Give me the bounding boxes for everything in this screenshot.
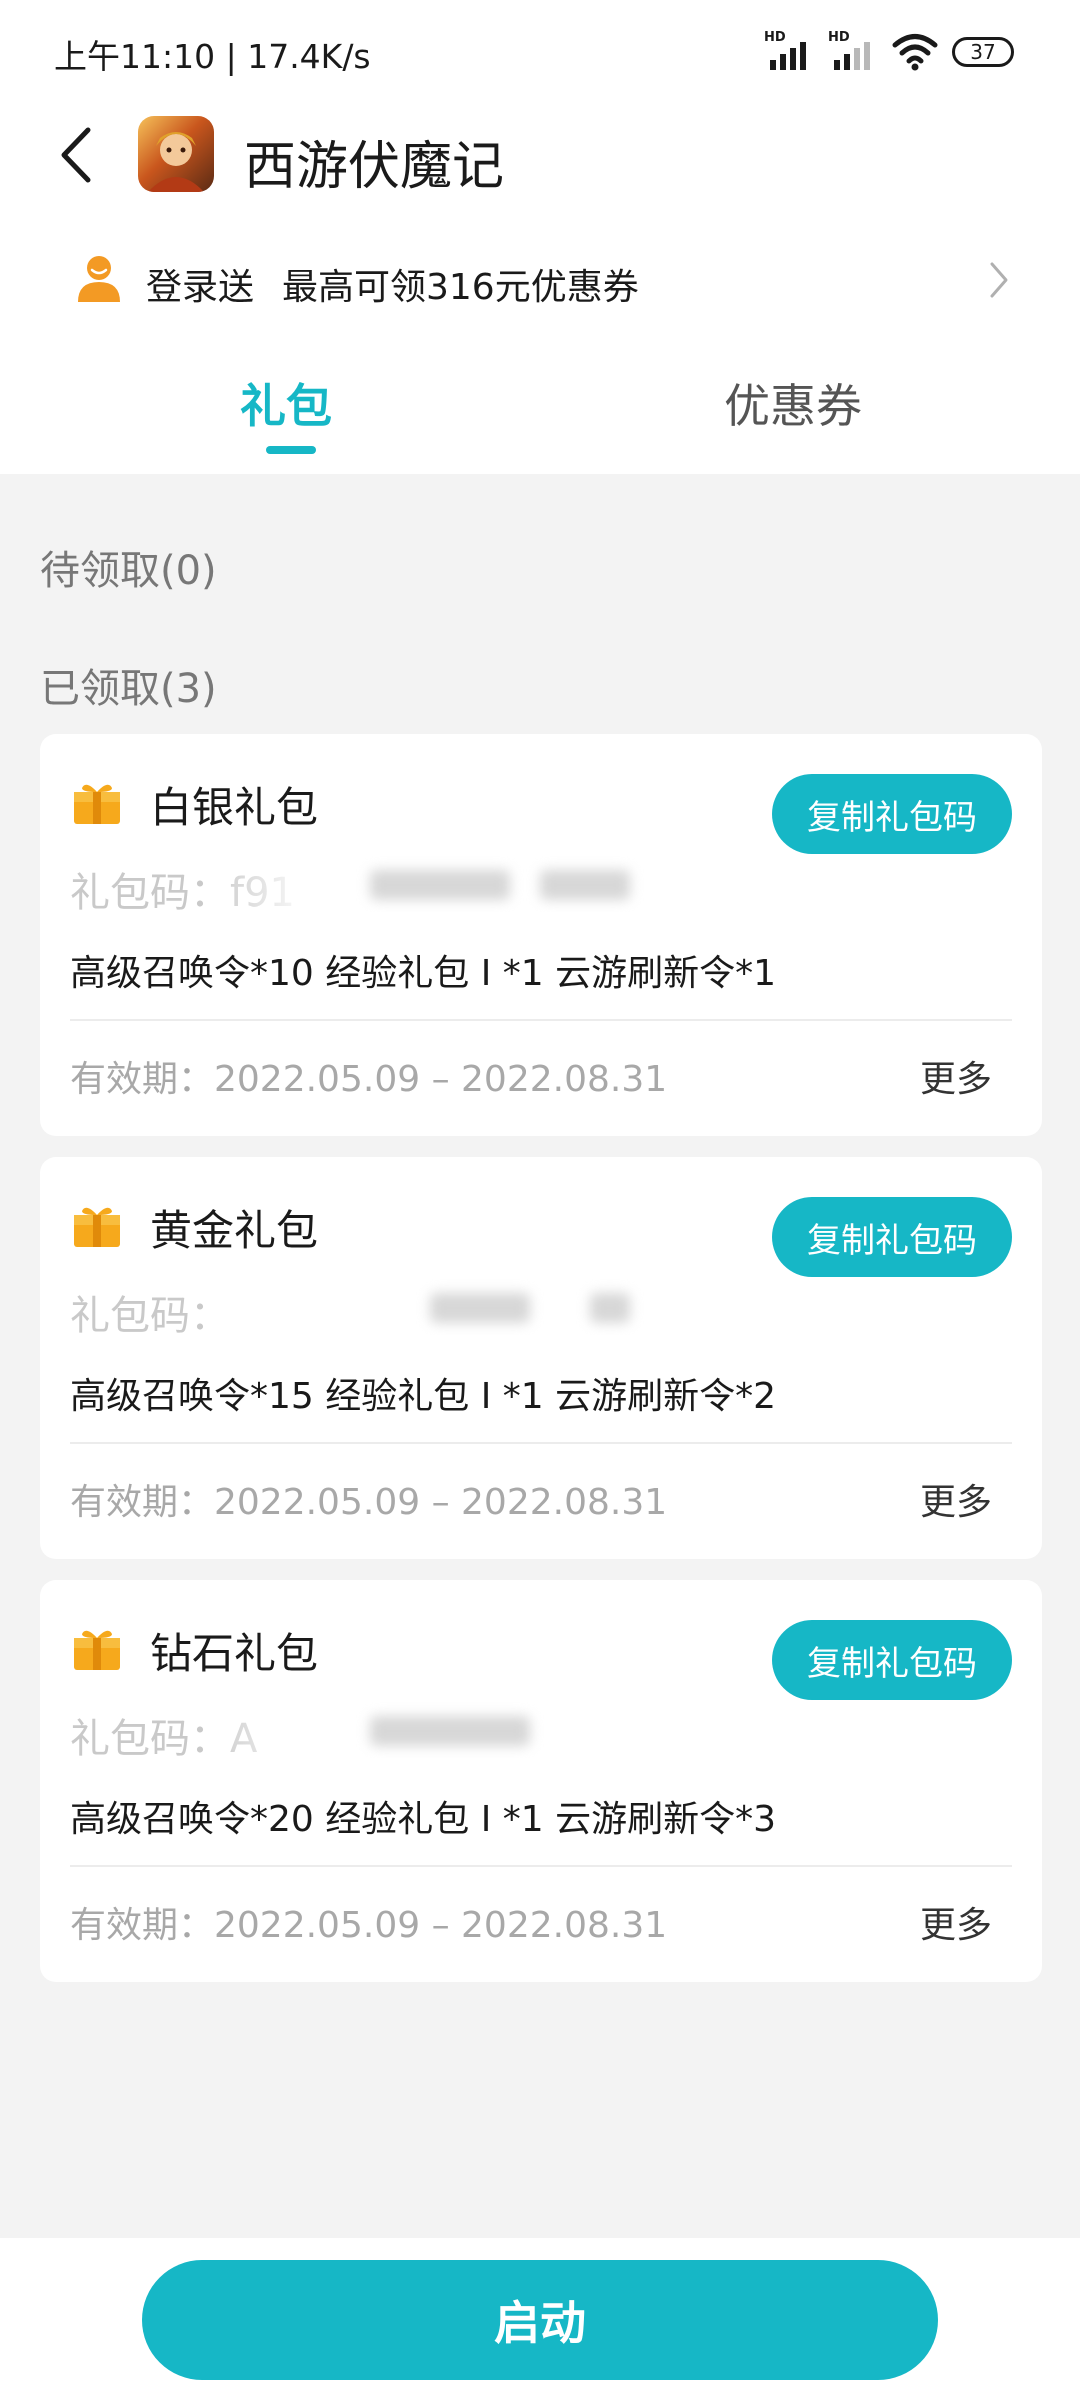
page-title: 西游伏魔记 [244,137,505,197]
redacted-code-mask [540,870,630,900]
redacted-code-mask [370,870,510,900]
claimed-section-title: 已领取(3) [40,666,217,712]
validity-period: 有效期：2022.05.09 – 2022.08.31 [70,1482,668,1523]
login-reward-banner[interactable]: 登录送 最高可领316元优惠券 [0,240,1080,320]
gift-center-page: 上午11:10 | 17.4K/s HD HD 37 西游伏魔记 登录送 最高可… [0,0,1080,2400]
battery-icon: 37 [952,37,1014,67]
gift-contents: 高级召唤令*20 经验礼包 I *1 云游刷新令*3 [70,1799,777,1840]
gift-contents: 高级召唤令*10 经验礼包 I *1 云游刷新令*1 [70,953,777,994]
gift-code-row: 礼包码：f91 [70,856,670,912]
gift-contents: 高级召唤令*15 经验礼包 I *1 云游刷新令*2 [70,1376,777,1417]
copy-code-button[interactable]: 复制礼包码 [772,774,1012,854]
gift-card: 黄金礼包 复制礼包码 礼包码： 高级召唤令*15 经验礼包 I *1 云游刷新令… [40,1157,1042,1559]
gift-code-label: 礼包码： [70,1293,230,1335]
divider [70,1442,1012,1444]
active-tab-indicator [266,446,316,454]
status-bar: 上午11:10 | 17.4K/s HD HD 37 [0,0,1080,100]
copy-code-button[interactable]: 复制礼包码 [772,1197,1012,1277]
divider [70,1865,1012,1867]
more-link[interactable]: 更多 [920,1050,992,1102]
redacted-code-mask [430,1293,530,1323]
copy-code-button[interactable]: 复制礼包码 [772,1620,1012,1700]
chevron-right-icon [990,262,1008,298]
promo-prefix: 登录送 [146,267,255,308]
validity-period: 有效期：2022.05.09 – 2022.08.31 [70,1905,668,1946]
validity-period: 有效期：2022.05.09 – 2022.08.31 [70,1059,668,1100]
user-icon [78,256,120,302]
gift-icon [74,784,120,824]
gift-name: 白银礼包 [150,783,319,832]
bottom-action-bar: 启动 [0,2238,1080,2400]
signal-icon: HD [764,30,814,74]
gift-name: 钻石礼包 [150,1629,319,1678]
gift-card: 白银礼包 复制礼包码 礼包码：f91 高级召唤令*10 经验礼包 I *1 云游… [40,734,1042,1136]
tab-coupons[interactable]: 优惠券 [724,370,862,436]
gift-code-row: 礼包码：A [70,1702,670,1758]
tab-bar: 礼包 优惠券 [0,360,1080,474]
top-panel: 上午11:10 | 17.4K/s HD HD 37 西游伏魔记 登录送 最高可… [0,0,1080,474]
status-time-speed: 上午11:10 | 17.4K/s [54,37,371,76]
gift-icon [74,1207,120,1247]
gift-icon [74,1630,120,1670]
divider [70,1019,1012,1021]
tab-gift-packs[interactable]: 礼包 [240,370,332,436]
redacted-code-mask [590,1293,630,1323]
status-icons: HD HD 37 [764,30,1014,74]
gift-card: 钻石礼包 复制礼包码 礼包码：A 高级召唤令*20 经验礼包 I *1 云游刷新… [40,1580,1042,1982]
app-header: 西游伏魔记 [0,100,1080,210]
back-arrow-icon[interactable] [52,122,102,188]
game-app-icon [138,116,214,192]
signal-icon: HD [828,30,878,74]
pending-section-title: 待领取(0) [40,548,217,594]
gift-code-row: 礼包码： [70,1279,670,1335]
wifi-icon [892,34,938,71]
redacted-code-mask [370,1716,530,1746]
gift-name: 黄金礼包 [150,1206,319,1255]
more-link[interactable]: 更多 [920,1473,992,1525]
launch-button[interactable]: 启动 [142,2260,938,2380]
more-link[interactable]: 更多 [920,1896,992,1948]
promo-text: 最高可领316元优惠券 [282,267,639,308]
